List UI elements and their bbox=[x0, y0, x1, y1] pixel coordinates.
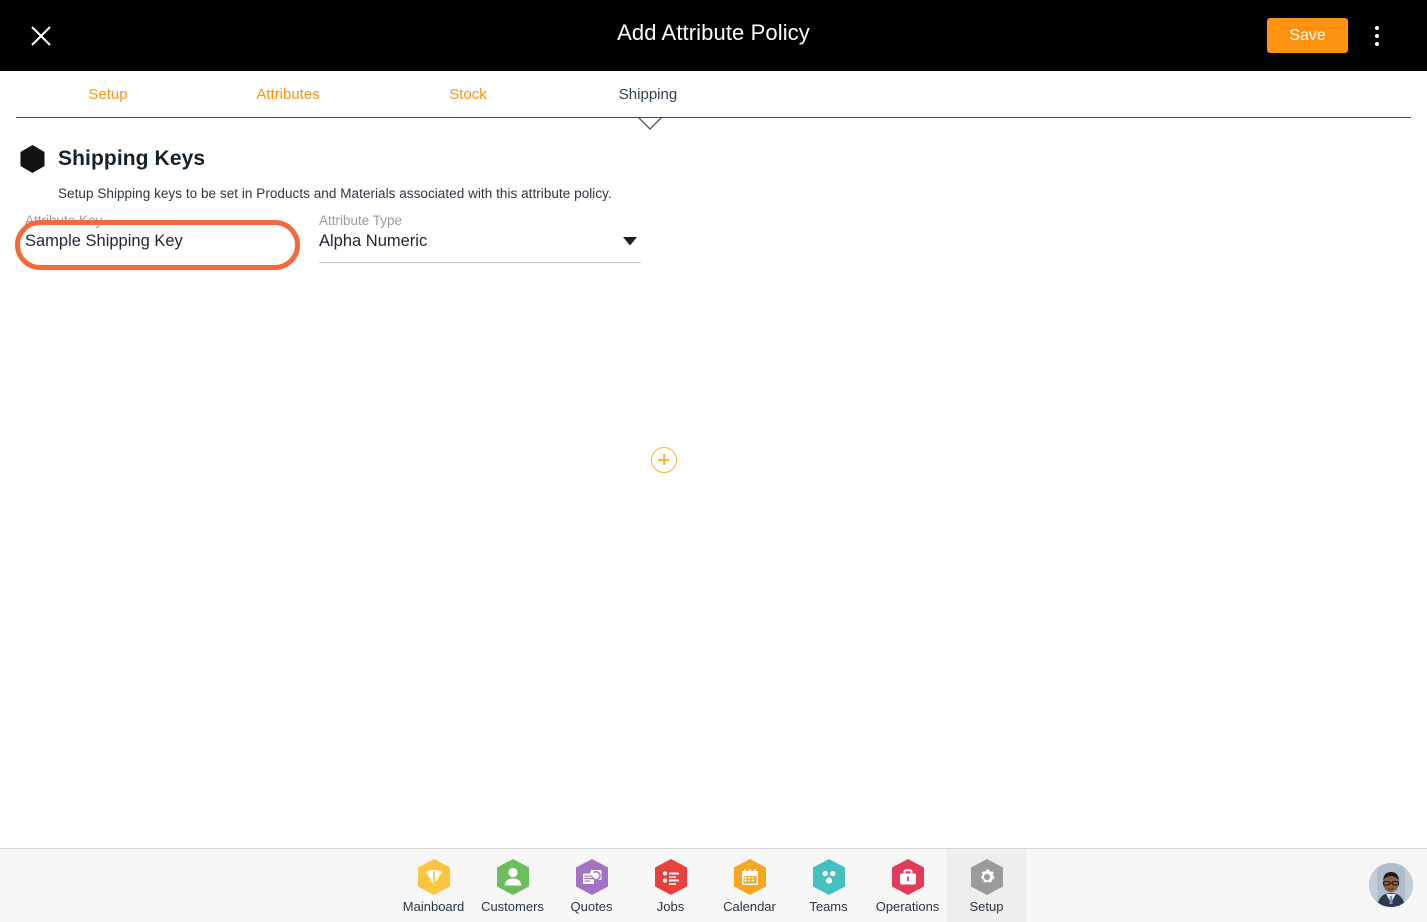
operations-icon bbox=[891, 859, 924, 895]
nav-item-quotes[interactable]: Quotes bbox=[552, 849, 631, 922]
chevron-down-icon[interactable] bbox=[623, 237, 637, 246]
nav-item-jobs[interactable]: Jobs bbox=[631, 849, 710, 922]
app-root: Add Attribute Policy Save Setup Attribut… bbox=[0, 0, 1427, 922]
teams-icon bbox=[812, 859, 845, 895]
mainboard-icon bbox=[417, 859, 450, 895]
tab-attributes[interactable]: Attributes bbox=[208, 71, 368, 118]
calendar-icon bbox=[733, 859, 766, 895]
nav-item-mainboard[interactable]: Mainboard bbox=[394, 849, 473, 922]
section-description: Setup Shipping keys to be set in Product… bbox=[58, 186, 612, 201]
nav-label: Calendar bbox=[723, 899, 776, 914]
section-header: Shipping Keys bbox=[20, 145, 205, 173]
nav-label: Operations bbox=[875, 899, 940, 914]
quotes-icon bbox=[575, 859, 608, 895]
tab-shipping[interactable]: Shipping bbox=[568, 71, 728, 118]
nav-item-customers[interactable]: Customers bbox=[473, 849, 552, 922]
nav-label: Jobs bbox=[656, 899, 685, 914]
tab-bar: Setup Attributes Stock Shipping bbox=[0, 71, 1427, 130]
nav-item-teams[interactable]: Teams bbox=[789, 849, 868, 922]
title-bar: Add Attribute Policy Save bbox=[0, 0, 1427, 71]
save-button[interactable]: Save bbox=[1267, 18, 1348, 53]
nav-label: Mainboard bbox=[402, 899, 465, 914]
nav-item-calendar[interactable]: Calendar bbox=[710, 849, 789, 922]
attribute-key-label: Attribute Key bbox=[25, 213, 103, 228]
attribute-type-field: Attribute Type Alpha Numeric bbox=[319, 213, 641, 263]
customers-icon bbox=[496, 859, 529, 895]
nav-label: Quotes bbox=[570, 899, 613, 914]
kebab-menu-icon[interactable] bbox=[1363, 20, 1391, 52]
nav-label: Setup bbox=[969, 899, 1004, 914]
section-title: Shipping Keys bbox=[58, 147, 206, 170]
kebab-dot bbox=[1375, 26, 1379, 30]
tab-setup[interactable]: Setup bbox=[28, 71, 188, 118]
form-row: Attribute Key Attribute Type Alpha Numer… bbox=[0, 213, 1427, 473]
nav-label: Teams bbox=[809, 899, 848, 914]
setup-gear-icon bbox=[970, 859, 1003, 895]
hexagon-icon bbox=[20, 145, 45, 173]
kebab-dot bbox=[1375, 42, 1379, 46]
nav-item-setup[interactable]: Setup bbox=[947, 849, 1026, 922]
nav-label: Customers bbox=[481, 899, 544, 914]
add-attribute-button[interactable] bbox=[651, 447, 677, 473]
tab-divider bbox=[16, 117, 1411, 118]
active-tab-chevron-icon bbox=[638, 117, 662, 130]
attribute-type-label: Attribute Type bbox=[319, 213, 403, 228]
nav-item-operations[interactable]: Operations bbox=[868, 849, 947, 922]
attribute-key-field: Attribute Key bbox=[25, 213, 287, 263]
jobs-icon bbox=[654, 859, 687, 895]
user-avatar[interactable] bbox=[1369, 863, 1413, 907]
tab-stock[interactable]: Stock bbox=[388, 71, 548, 118]
page-title: Add Attribute Policy bbox=[617, 20, 810, 45]
kebab-dot bbox=[1375, 34, 1379, 38]
attribute-type-value[interactable]: Alpha Numeric bbox=[319, 232, 641, 251]
attribute-type-underline bbox=[319, 262, 641, 263]
attribute-key-input[interactable] bbox=[25, 232, 287, 251]
bottom-navigation-bar: Mainboard Customers Quotes Jobs Calendar… bbox=[0, 848, 1427, 922]
